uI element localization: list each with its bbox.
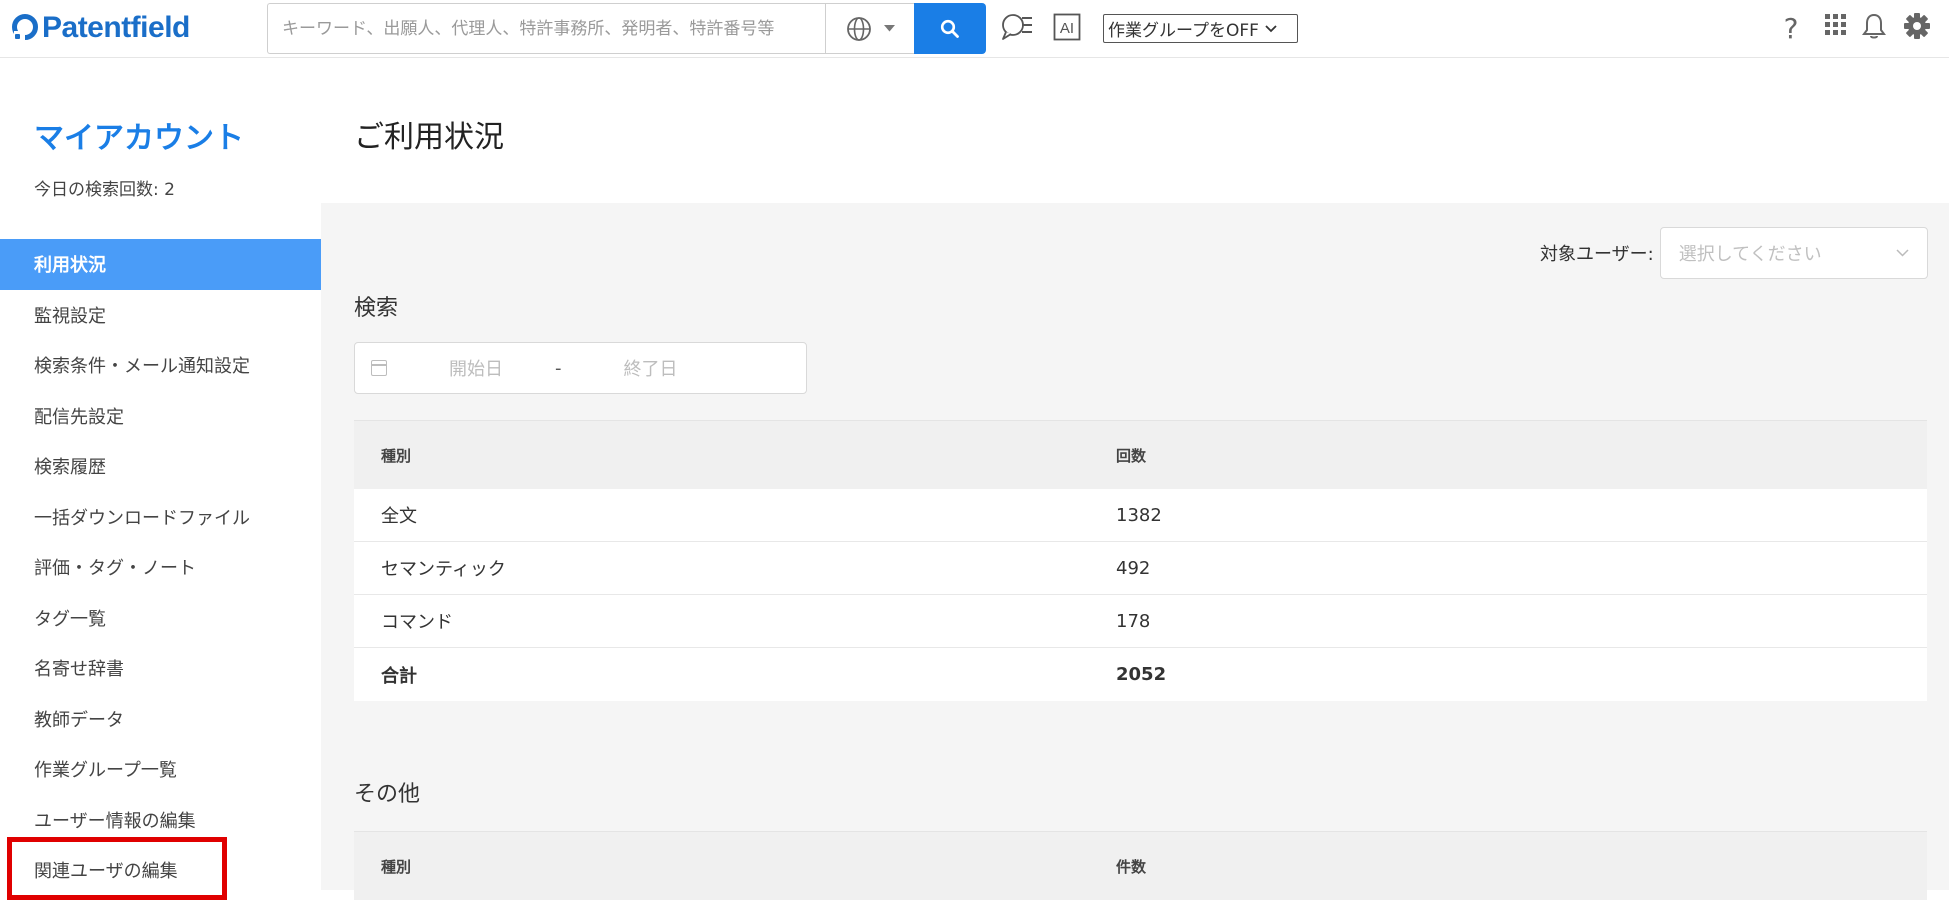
apps-grid-icon [1825,14,1846,35]
sidebar-item-workgroups[interactable]: 作業グループ一覧 [0,744,321,795]
sidebar-item-monitoring[interactable]: 監視設定 [0,290,321,341]
workgroup-select[interactable]: 作業グループをOFF [1103,14,1298,43]
highlight-annotation [7,837,227,900]
search-button[interactable] [914,3,986,54]
gear-icon [1904,13,1930,39]
top-header: Patentfield AI [0,0,1949,58]
total-count: 2052 [1116,664,1167,685]
search-count: 今日の検索回数: 2 [34,180,175,200]
row-count: 1382 [1116,504,1162,526]
sidebar: マイアカウント 今日の検索回数: 2 利用状況 監視設定 検索条件・メール通知設… [0,58,321,902]
search-usage-table: 種別 回数 全文 1382 セマンティック 492 コマンド 178 合計 20… [354,420,1927,701]
table-header: 種別 回数 [354,420,1927,489]
chevron-down-icon [883,25,895,32]
column-header-type: 種別 [381,857,412,876]
search-section-title: 検索 [354,296,399,321]
search-box [267,3,825,54]
svg-text:AI: AI [1060,20,1074,37]
table-header: 種別 件数 [354,831,1927,900]
sidebar-item-search-history[interactable]: 検索履歴 [0,441,321,492]
row-type: セマンティック [381,559,506,580]
chat-list-button[interactable] [1000,11,1034,43]
table-total-row: 合計 2052 [354,648,1927,701]
end-date-input[interactable]: 終了日 [624,355,678,381]
row-count: 178 [1116,610,1151,632]
sidebar-item-training-data[interactable]: 教師データ [0,694,321,745]
calendar-icon [371,360,387,376]
other-section-title: その他 [354,782,421,807]
patentfield-logo[interactable]: Patentfield [12,8,190,48]
target-user-placeholder: 選択してください [1678,244,1822,265]
search-icon [940,19,959,38]
column-header-items: 件数 [1116,857,1147,876]
settings-button[interactable] [1903,12,1931,40]
help-icon: ? [1784,12,1799,42]
help-button[interactable]: ? [1780,12,1802,42]
chat-list-icon [1002,14,1032,40]
logo-mark-icon [12,14,40,42]
row-count: 492 [1116,557,1151,579]
logo-text: Patentfield [42,11,190,44]
table-row: セマンティック 492 [354,542,1927,595]
sidebar-menu: 利用状況 監視設定 検索条件・メール通知設定 配信先設定 検索履歴 一括ダウンロ… [0,239,321,896]
chevron-down-icon [1896,249,1909,257]
date-range-picker[interactable]: 開始日 - 終了日 [354,342,807,394]
notifications-button[interactable] [1862,12,1886,40]
ai-button[interactable]: AI [1053,13,1081,41]
sidebar-item-evaluation[interactable]: 評価・タグ・ノート [0,542,321,593]
start-date-input[interactable]: 開始日 [449,355,503,381]
sidebar-item-usage[interactable]: 利用状況 [0,239,321,290]
workgroup-label: 作業グループをOFF [1108,21,1259,41]
sidebar-item-search-conditions[interactable]: 検索条件・メール通知設定 [0,340,321,391]
table-row: 全文 1382 [354,489,1927,542]
sidebar-item-name-dictionary[interactable]: 名寄せ辞書 [0,643,321,694]
row-type: 全文 [381,506,417,527]
bell-icon [1862,13,1886,39]
target-user-select[interactable]: 選択してください [1659,227,1928,279]
page-title: ご利用状況 [354,120,504,155]
sidebar-title: マイアカウント [34,121,244,156]
apps-button[interactable] [1825,14,1847,36]
target-user-label: 対象ユーザー: [1540,244,1654,265]
chevron-down-icon [1265,24,1277,32]
search-input[interactable] [268,4,825,53]
total-label: 合計 [381,665,417,687]
globe-icon [846,16,871,41]
column-header-type: 種別 [381,446,412,465]
ai-icon: AI [1053,13,1081,41]
sidebar-item-tag-list[interactable]: タグ一覧 [0,593,321,644]
svg-text:?: ? [1784,12,1799,42]
table-row: コマンド 178 [354,595,1927,648]
row-type: コマンド [381,612,453,633]
sidebar-item-bulk-download[interactable]: 一括ダウンロードファイル [0,492,321,543]
language-select[interactable] [825,3,915,54]
sidebar-item-delivery[interactable]: 配信先設定 [0,391,321,442]
other-usage-table: 種別 件数 [354,831,1927,900]
target-user-filter: 対象ユーザー: 選択してください [1540,227,1928,279]
date-separator: - [555,357,562,379]
column-header-count: 回数 [1116,446,1147,465]
